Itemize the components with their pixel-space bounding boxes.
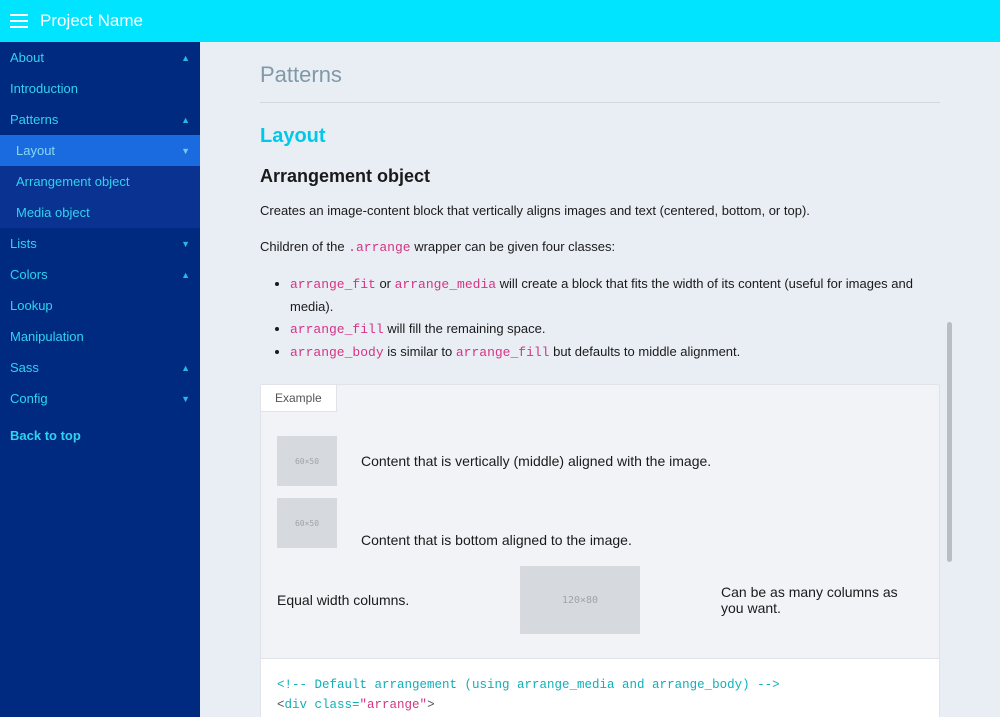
example-text: Content that is vertically (middle) alig… (361, 453, 711, 469)
sidebar-section-about[interactable]: About ▲ (0, 42, 200, 73)
sidebar-section-sass[interactable]: Sass ▲ (0, 352, 200, 383)
text-fragment: or (376, 276, 395, 291)
example-panel: Example 60×50 Content that is vertically… (260, 384, 940, 717)
code-inline: arrange_media (395, 277, 496, 292)
sidebar-item-introduction[interactable]: Introduction (0, 73, 200, 104)
chevron-down-icon: ▼ (181, 146, 190, 156)
menu-icon[interactable] (10, 14, 28, 28)
sidebar-label: Sass (10, 360, 39, 375)
text-fragment: wrapper can be given four classes: (411, 239, 616, 254)
bullet-list: arrange_fit or arrange_media will create… (290, 273, 940, 364)
text-fragment: is similar to (384, 344, 456, 359)
scrollbar-thumb[interactable] (947, 322, 952, 562)
back-to-top[interactable]: Back to top (0, 414, 200, 457)
sidebar-label: Layout (16, 143, 55, 158)
sidebar-label: Lists (10, 236, 37, 251)
chevron-up-icon: ▲ (181, 115, 190, 125)
example-tab[interactable]: Example (261, 385, 337, 412)
sidebar-section-colors[interactable]: Colors ▲ (0, 259, 200, 290)
list-item: arrange_body is similar to arrange_fill … (290, 341, 940, 364)
project-title: Project Name (40, 11, 143, 31)
breadcrumb: Patterns (260, 62, 940, 103)
sidebar-item-media[interactable]: Media object (0, 197, 200, 228)
example-row-middle: 60×50 Content that is vertically (middle… (277, 436, 923, 486)
top-bar: Project Name (0, 0, 1000, 42)
sidebar-label: Colors (10, 267, 48, 282)
sidebar-item-config[interactable]: Config ▼ (0, 383, 200, 414)
sidebar-item-arrangement[interactable]: Arrangement object (0, 166, 200, 197)
sidebar-label: Patterns (10, 112, 58, 127)
sidebar-label: About (10, 50, 44, 65)
sidebar-item-lookup[interactable]: Lookup (0, 290, 200, 321)
example-row-bottom: 60×50 Content that is bottom aligned to … (277, 498, 923, 548)
description-1: Creates an image-content block that vert… (260, 201, 940, 221)
list-item: arrange_fit or arrange_media will create… (290, 273, 940, 318)
text-fragment: will fill the remaining space. (384, 321, 546, 336)
list-item: arrange_fill will fill the remaining spa… (290, 318, 940, 341)
sidebar-item-lists[interactable]: Lists ▼ (0, 228, 200, 259)
placeholder-image: 120×80 (520, 566, 640, 634)
code-inline: arrange_fill (290, 322, 384, 337)
description-2: Children of the .arrange wrapper can be … (260, 237, 940, 258)
example-columns: Equal width columns. 120×80 Can be as ma… (277, 566, 923, 634)
main-content: Patterns Layout Arrangement object Creat… (200, 42, 1000, 717)
sidebar-label: Config (10, 391, 48, 406)
chevron-up-icon: ▲ (181, 270, 190, 280)
example-text: Content that is bottom aligned to the im… (361, 532, 632, 548)
section-heading-arrangement: Arrangement object (260, 166, 940, 187)
sidebar-item-manipulation[interactable]: Manipulation (0, 321, 200, 352)
code-inline: arrange_fit (290, 277, 376, 292)
placeholder-image: 60×50 (277, 436, 337, 486)
example-col-center: 120×80 (479, 566, 681, 634)
sidebar-section-patterns[interactable]: Patterns ▲ (0, 104, 200, 135)
chevron-up-icon: ▲ (181, 53, 190, 63)
chevron-down-icon: ▼ (181, 394, 190, 404)
code-inline: .arrange (348, 240, 410, 255)
example-col-left: Equal width columns. (277, 592, 479, 608)
code-inline: arrange_body (290, 345, 384, 360)
chevron-up-icon: ▲ (181, 363, 190, 373)
text-fragment: Children of the (260, 239, 348, 254)
chevron-down-icon: ▼ (181, 239, 190, 249)
code-inline: arrange_fill (456, 345, 550, 360)
sidebar-item-layout[interactable]: Layout ▼ (0, 135, 200, 166)
code-block: <!-- Default arrangement (using arrange_… (261, 658, 939, 717)
example-body: 60×50 Content that is vertically (middle… (261, 412, 939, 658)
text-fragment: but defaults to middle alignment. (549, 344, 740, 359)
sidebar: About ▲ Introduction Patterns ▲ Layout ▼ Ar… (0, 42, 200, 717)
placeholder-image: 60×50 (277, 498, 337, 548)
section-heading-layout: Layout (260, 125, 940, 148)
example-col-right: Can be as many columns as you want. (681, 584, 923, 616)
